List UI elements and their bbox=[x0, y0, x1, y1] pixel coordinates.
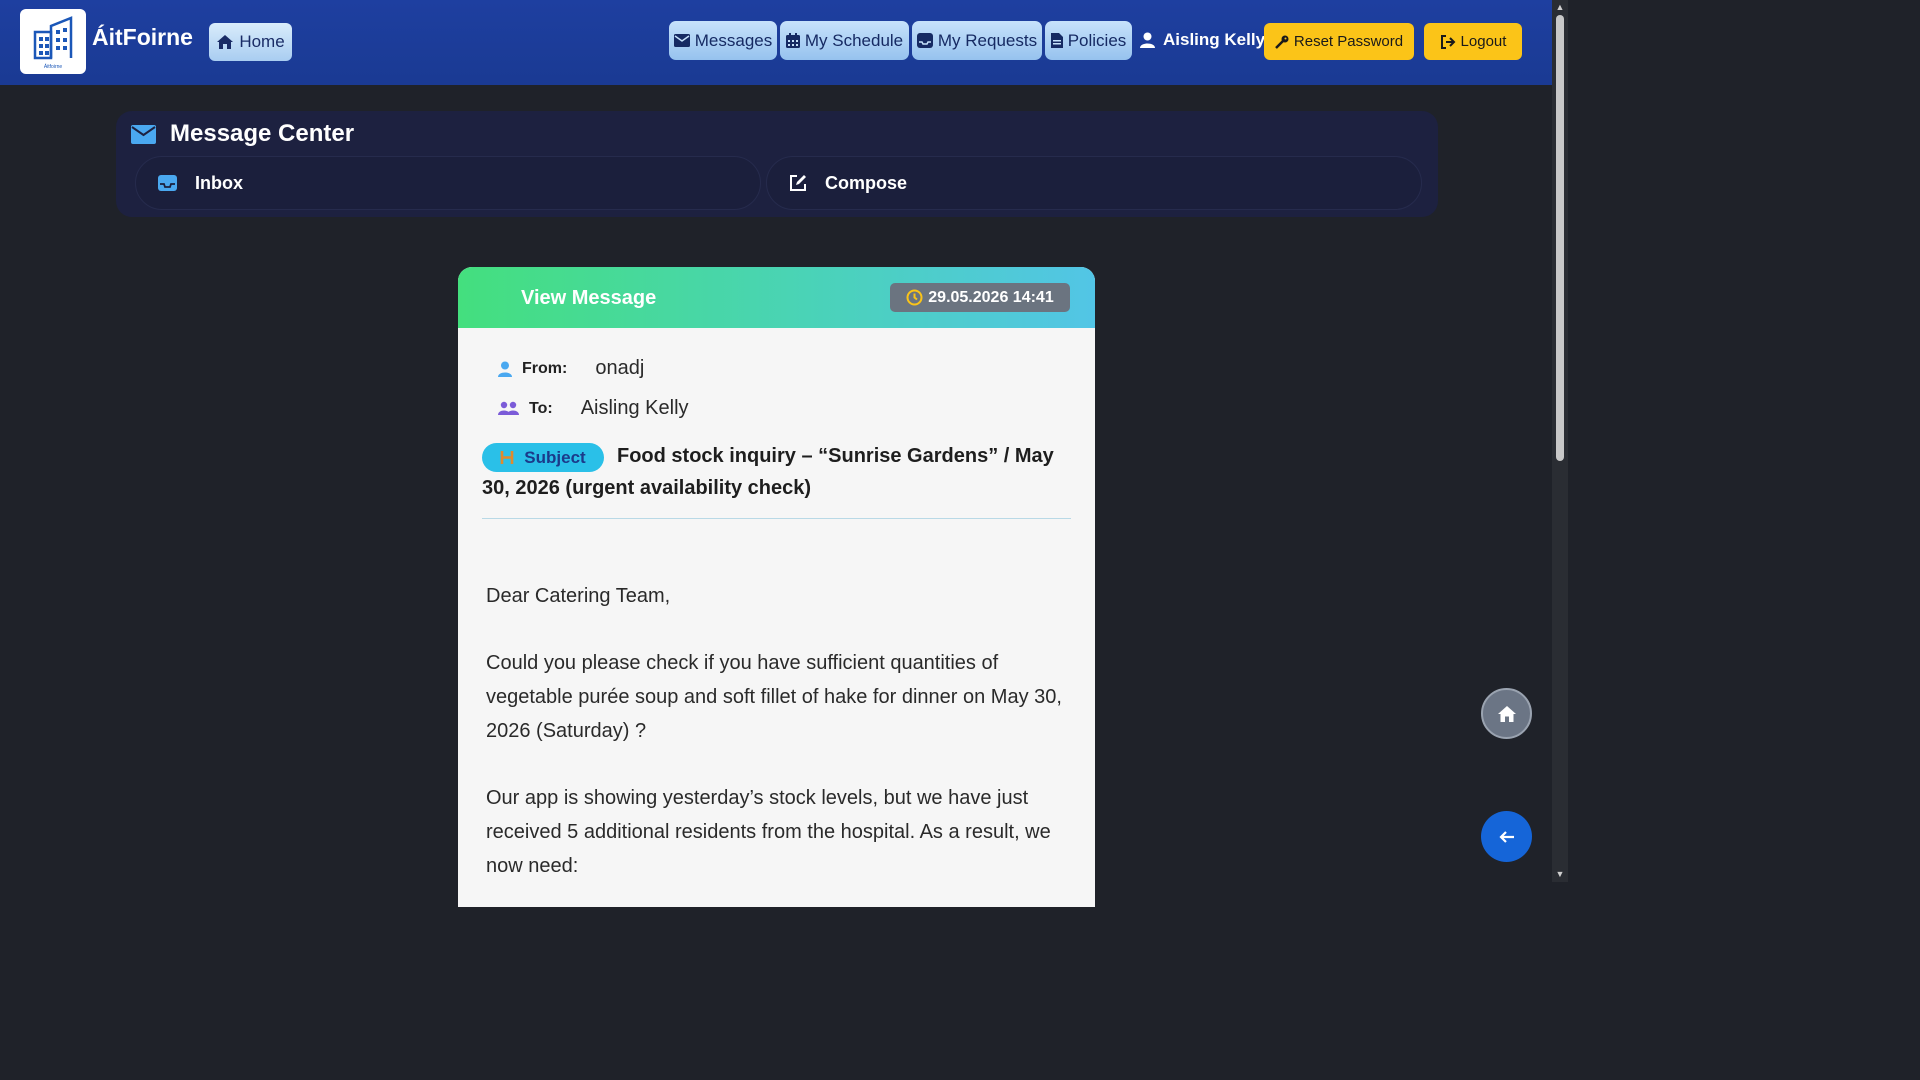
message-date: 29.05.2026 14:41 bbox=[928, 288, 1054, 306]
edit-icon bbox=[790, 175, 806, 191]
tab-inbox-label: Inbox bbox=[195, 172, 243, 193]
nav-messages[interactable]: Messages bbox=[669, 21, 777, 60]
nav-my-schedule[interactable]: My Schedule bbox=[780, 21, 909, 60]
body-paragraph: Our app is showing yesterday’s stock lev… bbox=[486, 787, 1051, 877]
calendar-icon bbox=[785, 33, 800, 48]
reset-password-label: Reset Password bbox=[1293, 33, 1404, 50]
users-icon bbox=[498, 401, 519, 415]
arrow-left-icon bbox=[1498, 830, 1514, 843]
view-message-title: View Message bbox=[521, 287, 657, 309]
user-icon bbox=[1140, 32, 1155, 48]
scroll-up-arrow[interactable]: ▲ bbox=[1555, 2, 1565, 12]
reset-password-button[interactable]: Reset Password bbox=[1264, 23, 1414, 60]
tab-compose-label: Compose bbox=[825, 172, 908, 193]
app-logo[interactable]: Áitfoirne bbox=[20, 9, 86, 74]
body-paragraph: Could you please check if you have suffi… bbox=[486, 652, 1062, 742]
nav-policies-label: Policies bbox=[1067, 30, 1127, 50]
nav-policies[interactable]: Policies bbox=[1045, 21, 1132, 60]
header-divider bbox=[482, 518, 1071, 519]
logout-label: Logout bbox=[1460, 33, 1507, 50]
clock-icon bbox=[906, 289, 923, 306]
home-button-label: Home bbox=[239, 32, 285, 51]
nav-my-schedule-label: My Schedule bbox=[804, 30, 904, 50]
envelope-icon bbox=[131, 124, 156, 144]
message-center-title: Message Center bbox=[131, 120, 354, 148]
floating-back-button[interactable] bbox=[1481, 811, 1532, 862]
logo-caption: Áitfoirne bbox=[44, 63, 63, 70]
home-icon bbox=[217, 35, 234, 49]
body-greeting: Dear Catering Team, bbox=[486, 585, 671, 607]
brand-name[interactable]: ÁitFoirne bbox=[92, 24, 193, 51]
subject-badge: Subject bbox=[482, 443, 604, 472]
document-icon bbox=[1050, 33, 1063, 48]
current-user-name: Aisling Kelly bbox=[1163, 30, 1266, 49]
home-icon bbox=[1497, 705, 1516, 722]
top-navbar: Áitfoirne ÁitFoirne Home Messages My Sch… bbox=[0, 0, 1552, 85]
from-value: onadj bbox=[595, 357, 645, 379]
from-label: From: bbox=[522, 359, 568, 377]
nav-messages-label: Messages bbox=[694, 30, 773, 50]
user-icon bbox=[498, 361, 512, 377]
tab-inbox[interactable]: Inbox bbox=[135, 156, 761, 210]
from-row: From: onadj bbox=[498, 357, 644, 380]
message-center-title-text: Message Center bbox=[170, 120, 355, 147]
message-card: View Message 29.05.2026 14:41 From: onad… bbox=[458, 267, 1095, 907]
tab-compose[interactable]: Compose bbox=[766, 156, 1422, 210]
message-center-panel: Message Center Inbox Compose bbox=[116, 111, 1438, 217]
current-user[interactable]: Aisling Kelly bbox=[1140, 30, 1265, 50]
page-scrollbar[interactable]: ▲ ▼ bbox=[1552, 0, 1568, 882]
inbox-icon bbox=[916, 33, 933, 48]
message-card-header: View Message 29.05.2026 14:41 bbox=[458, 267, 1095, 328]
heading-icon bbox=[500, 451, 514, 464]
floating-home-button[interactable] bbox=[1481, 688, 1532, 739]
logout-icon bbox=[1440, 34, 1455, 49]
to-label: To: bbox=[529, 399, 553, 417]
building-logo-icon: Áitfoirne bbox=[33, 15, 73, 70]
to-row: To: Aisling Kelly bbox=[498, 397, 689, 420]
subject-badge-label: Subject bbox=[524, 447, 586, 467]
nav-my-requests[interactable]: My Requests bbox=[912, 21, 1042, 60]
message-date-badge: 29.05.2026 14:41 bbox=[890, 283, 1070, 312]
logout-button[interactable]: Logout bbox=[1424, 23, 1522, 60]
home-button[interactable]: Home bbox=[209, 23, 292, 61]
envelope-icon bbox=[673, 34, 690, 47]
nav-my-requests-label: My Requests bbox=[937, 30, 1038, 50]
key-icon bbox=[1275, 35, 1289, 49]
scroll-down-arrow[interactable]: ▼ bbox=[1555, 869, 1565, 879]
inbox-icon bbox=[158, 175, 177, 191]
scroll-thumb[interactable] bbox=[1556, 15, 1564, 461]
to-value: Aisling Kelly bbox=[580, 397, 689, 419]
